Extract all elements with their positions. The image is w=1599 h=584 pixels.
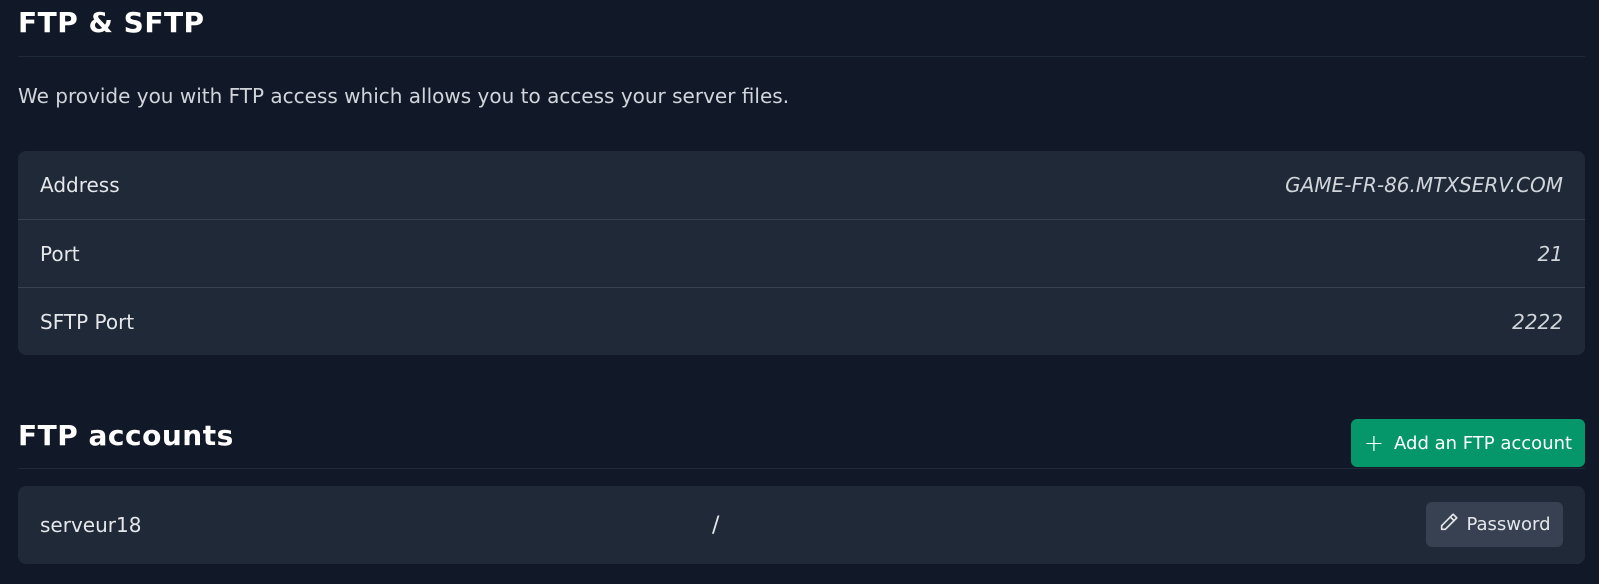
accounts-section-title: FTP accounts xyxy=(18,419,234,452)
info-label: Port xyxy=(40,241,80,266)
ftp-accounts-list: serveur18 / Password xyxy=(18,486,1585,564)
pencil-icon xyxy=(1438,511,1460,538)
ftp-section-title: FTP & SFTP xyxy=(18,6,205,39)
add-ftp-account-button[interactable]: + Add an FTP account xyxy=(1351,419,1585,467)
title-divider xyxy=(18,56,1585,57)
info-label: Address xyxy=(40,173,120,197)
ftp-account-path: / xyxy=(712,512,720,538)
info-row-sftp-port: SFTP Port 2222 xyxy=(18,287,1585,355)
info-value: 2222 xyxy=(1512,309,1563,334)
info-row-port: Port 21 xyxy=(18,219,1585,287)
add-ftp-account-label: Add an FTP account xyxy=(1394,432,1573,454)
plus-icon: + xyxy=(1363,429,1385,457)
ftp-account-row: serveur18 / Password xyxy=(18,486,1585,564)
connection-info-card: Address GAME-FR-86.MTXSERV.COM Port 21 S… xyxy=(18,151,1585,355)
ftp-account-username: serveur18 xyxy=(40,513,142,537)
change-password-button[interactable]: Password xyxy=(1426,502,1563,547)
accounts-divider xyxy=(18,468,1585,469)
info-value: 21 xyxy=(1537,241,1563,266)
ftp-description: We provide you with FTP access which all… xyxy=(18,84,790,108)
info-label: SFTP Port xyxy=(40,309,135,334)
ftp-settings-page: FTP & SFTP We provide you with FTP acces… xyxy=(0,0,1599,584)
change-password-label: Password xyxy=(1466,514,1551,535)
info-value: GAME-FR-86.MTXSERV.COM xyxy=(1285,173,1563,197)
info-row-address: Address GAME-FR-86.MTXSERV.COM xyxy=(18,151,1585,219)
